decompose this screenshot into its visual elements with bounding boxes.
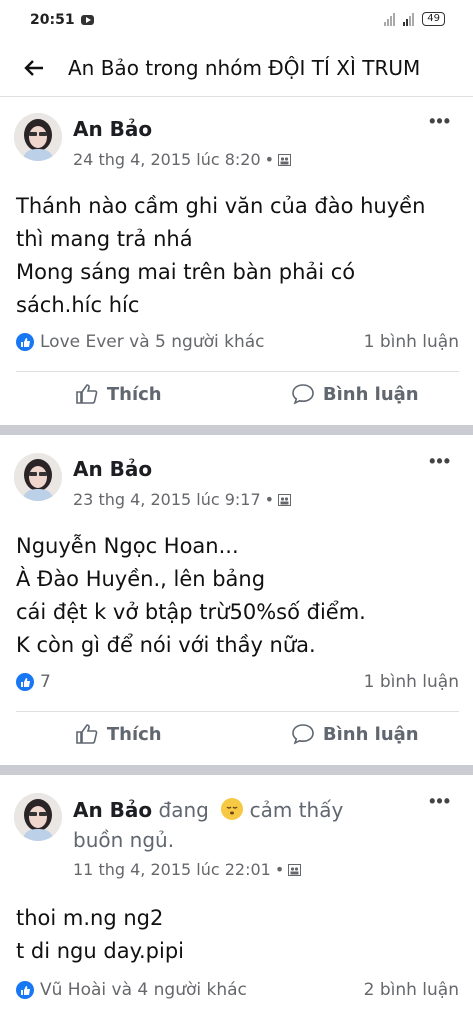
post: An Bảo 24 thg 4, 2015 lúc 8:20 • ••• Thá…: [0, 97, 473, 423]
comment-count[interactable]: 1 bình luận: [364, 672, 459, 692]
post: An Bảo 23 thg 4, 2015 lúc 9:17 • ••• Ngu…: [0, 437, 473, 763]
feeling-prefix: đang: [158, 798, 209, 822]
like-label: Thích: [106, 383, 162, 405]
more-options-icon[interactable]: •••: [429, 111, 451, 132]
group-audience-icon: [288, 863, 302, 876]
comment-button[interactable]: Bình luận: [237, 383, 473, 405]
reactions-row[interactable]: Vũ Hoài và 4 người khác 2 bình luận: [16, 980, 459, 1000]
status-time: 20:51: [30, 12, 75, 28]
like-reaction-icon: [16, 333, 34, 351]
arrow-left-icon: [24, 60, 43, 76]
like-button[interactable]: Thích: [0, 383, 237, 405]
reactions-text: 7: [40, 672, 51, 692]
divider: [16, 711, 459, 712]
post: An Bảo đang cảm thấy buồn ngủ. 11 thg 4,…: [0, 777, 473, 1024]
comment-count[interactable]: 1 bình luận: [364, 332, 459, 352]
reactions-text: Love Ever và 5 người khác: [40, 332, 265, 352]
post-date[interactable]: 23 thg 4, 2015 lúc 9:17: [73, 490, 261, 509]
group-audience-icon: [278, 493, 292, 506]
post-text: Nguyễn Ngọc Hoan... À Đào Huyền., lên bả…: [16, 534, 366, 657]
post-header-line: An Bảo đang cảm thấy buồn ngủ.: [73, 795, 383, 855]
post-date[interactable]: 11 thg 4, 2015 lúc 22:01: [73, 860, 271, 879]
top-bar: An Bảo trong nhóm ĐỘI TÍ XÌ TRUM: [0, 40, 473, 97]
comment-label: Bình luận: [322, 383, 419, 405]
more-options-icon[interactable]: •••: [429, 791, 451, 812]
signal-hd-icon: [403, 13, 415, 26]
signal-icon: [384, 13, 396, 26]
status-bar: 20:51 49: [0, 0, 473, 40]
comment-count[interactable]: 2 bình luận: [364, 980, 459, 1000]
avatar[interactable]: [14, 453, 62, 501]
post-meta: 24 thg 4, 2015 lúc 8:20 •: [73, 150, 292, 169]
comment-icon: [292, 724, 314, 745]
avatar[interactable]: [14, 113, 62, 161]
page-title: An Bảo trong nhóm ĐỘI TÍ XÌ TRUM: [68, 56, 421, 80]
thumbs-up-icon: [76, 384, 98, 404]
reactions-text: Vũ Hoài và 4 người khác: [40, 980, 247, 1000]
post-separator: [0, 765, 473, 775]
comment-label: Bình luận: [322, 723, 419, 745]
sleepy-face-icon: [221, 798, 244, 820]
meta-dot: •: [264, 490, 275, 509]
post-text: Thánh nào cầm ghi văn của đào huyền thì …: [16, 194, 426, 317]
more-options-icon[interactable]: •••: [429, 451, 451, 472]
meta-dot: •: [274, 860, 285, 879]
reactions-row[interactable]: 7 1 bình luận: [16, 672, 459, 692]
like-label: Thích: [106, 723, 162, 745]
youtube-notification-icon: [80, 15, 94, 25]
action-bar: Thích Bình luận: [0, 383, 473, 405]
post-meta: 11 thg 4, 2015 lúc 22:01 •: [73, 860, 302, 879]
like-reaction-icon: [16, 981, 34, 999]
post-date[interactable]: 24 thg 4, 2015 lúc 8:20: [73, 150, 261, 169]
comment-button[interactable]: Bình luận: [237, 723, 473, 745]
back-button[interactable]: [0, 58, 68, 78]
divider: [16, 371, 459, 372]
post-author[interactable]: An Bảo: [73, 798, 152, 822]
post-author[interactable]: An Bảo: [73, 117, 152, 141]
avatar[interactable]: [14, 793, 62, 841]
feeling-text: cảm thấy: [249, 798, 344, 822]
like-button[interactable]: Thích: [0, 723, 237, 745]
meta-dot: •: [264, 150, 275, 169]
action-bar: Thích Bình luận: [0, 723, 473, 745]
post-separator: [0, 425, 473, 435]
reactions-row[interactable]: Love Ever và 5 người khác 1 bình luận: [16, 332, 459, 352]
battery-icon: 49: [422, 12, 445, 26]
like-reaction-icon: [16, 673, 34, 691]
feeling-text-line2: buồn ngủ.: [73, 828, 175, 852]
post-text: thoi m.ng ng2 t di ngu day.pipi: [16, 906, 185, 963]
thumbs-up-icon: [76, 724, 98, 744]
group-audience-icon: [278, 153, 292, 166]
post-meta: 23 thg 4, 2015 lúc 9:17 •: [73, 490, 292, 509]
post-author[interactable]: An Bảo: [73, 457, 152, 481]
comment-icon: [292, 384, 314, 405]
